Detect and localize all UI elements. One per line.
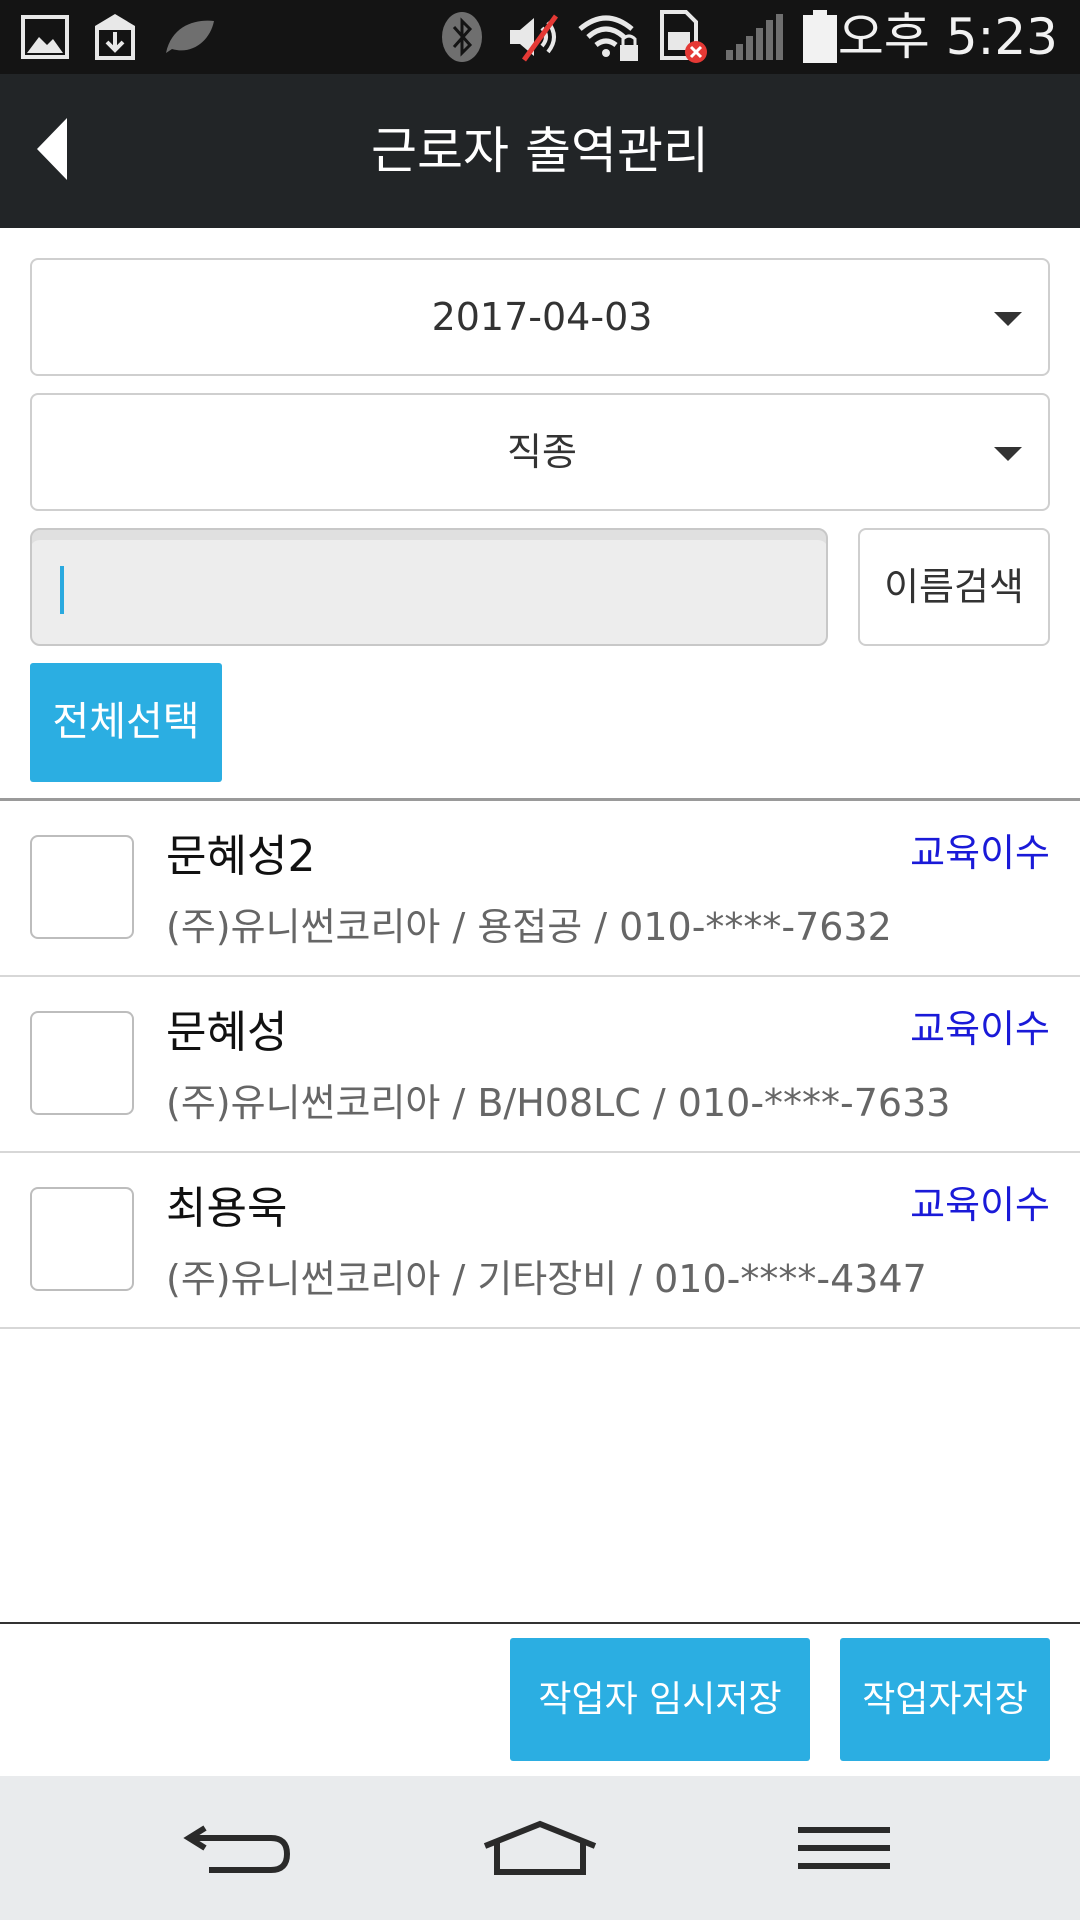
education-status: 교육이수	[910, 1007, 1050, 1051]
back-arrow-icon	[37, 118, 67, 180]
back-button[interactable]	[22, 114, 82, 184]
worker-checkbox[interactable]	[30, 835, 134, 939]
chevron-down-icon	[994, 312, 1022, 326]
worker-detail: (주)유니썬코리아 / 기타장비 / 010-****-4347	[166, 1257, 927, 1301]
worker-detail: (주)유니썬코리아 / B/H08LC / 010-****-7633	[166, 1081, 951, 1125]
job-type-select[interactable]: 직종	[30, 393, 1050, 511]
app-bar: 근로자 출역관리	[0, 74, 1080, 228]
battery-icon	[800, 10, 840, 63]
bluetooth-icon	[440, 12, 484, 62]
nav-menu-button[interactable]	[774, 1798, 914, 1898]
worker-name: 문혜성2	[166, 831, 316, 882]
worker-list: 문혜성2 교육이수 (주)유니썬코리아 / 용접공 / 010-****-763…	[0, 801, 1080, 1329]
name-search-button[interactable]: 이름검색	[858, 528, 1050, 646]
system-nav-bar	[0, 1776, 1080, 1920]
nav-home-icon	[483, 1820, 597, 1875]
job-type-select-value: 직종	[507, 430, 577, 474]
save-workers-button[interactable]: 작업자저장	[840, 1638, 1050, 1761]
worker-name: 최용욱	[166, 1183, 288, 1234]
worker-row[interactable]: 최용욱 교육이수 (주)유니썬코리아 / 기타장비 / 010-****-434…	[0, 1153, 1080, 1329]
date-select[interactable]: 2017-04-03	[30, 258, 1050, 376]
status-bar: 오후 5:23	[0, 0, 1080, 74]
worker-row[interactable]: 문혜성 교육이수 (주)유니썬코리아 / B/H08LC / 010-****-…	[0, 977, 1080, 1153]
signal-icon	[724, 12, 784, 62]
name-search-input[interactable]	[52, 548, 802, 628]
chevron-down-icon	[994, 447, 1022, 461]
worker-name: 문혜성	[166, 1007, 288, 1058]
worker-row[interactable]: 문혜성2 교육이수 (주)유니썬코리아 / 용접공 / 010-****-763…	[0, 801, 1080, 977]
image-icon	[20, 12, 70, 62]
name-search-field[interactable]	[30, 528, 828, 646]
nav-menu-icon	[798, 1827, 890, 1869]
worker-detail: (주)유니썬코리아 / 용접공 / 010-****-7632	[166, 905, 892, 949]
wifi-lock-icon	[576, 12, 642, 62]
worker-checkbox[interactable]	[30, 1187, 134, 1291]
mute-icon	[506, 12, 566, 62]
education-status: 교육이수	[910, 1183, 1050, 1227]
nav-home-button[interactable]	[470, 1798, 610, 1898]
education-status: 교육이수	[910, 831, 1050, 875]
status-time: 오후 5:23	[837, 8, 1058, 66]
worker-checkbox[interactable]	[30, 1011, 134, 1115]
nav-back-icon	[183, 1825, 291, 1873]
leaf-icon	[160, 12, 220, 62]
download-icon	[90, 12, 140, 62]
select-all-button[interactable]: 전체선택	[30, 663, 222, 782]
footer-divider	[0, 1622, 1080, 1624]
text-cursor	[60, 566, 64, 614]
sim-error-icon	[656, 10, 710, 63]
page-title: 근로자 출역관리	[371, 122, 709, 180]
date-select-value: 2017-04-03	[431, 295, 653, 339]
temp-save-workers-button[interactable]: 작업자 임시저장	[510, 1638, 810, 1761]
nav-back-button[interactable]	[168, 1798, 308, 1898]
